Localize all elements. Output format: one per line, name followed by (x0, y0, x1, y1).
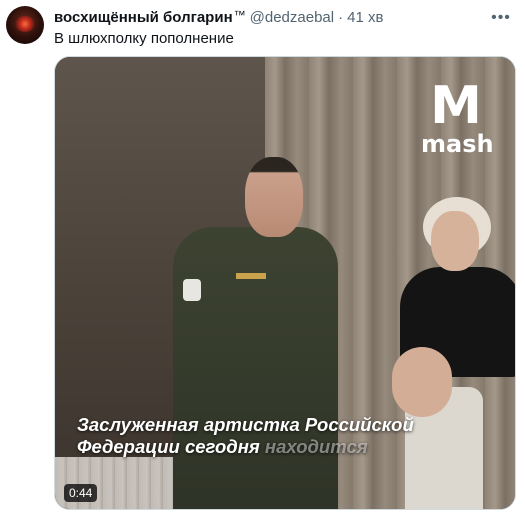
author-display-name[interactable]: восхищённый болгарин (54, 8, 233, 28)
video-person-man (173, 227, 338, 509)
video-uniform-stripe (236, 273, 266, 279)
subtitle-line-1: Заслуженная артистка Российской (77, 414, 414, 435)
watermark-logo-letter: М (430, 76, 482, 136)
author-name-suffix: ™ (233, 8, 246, 22)
subtitle-line-2-main: Федерации сегодня (77, 436, 260, 457)
video-subtitle: Заслуженная артистка Российской Федераци… (77, 414, 414, 458)
watermark-brand: mash (421, 130, 494, 158)
tweet-text: В шлюхполку пополнение (54, 30, 234, 47)
tweet-header: восхищённый болгарин ™ @dedzaebal · 41 х… (54, 8, 383, 28)
video-person-woman-arms (392, 347, 452, 417)
author-handle[interactable]: @dedzaebal (250, 8, 334, 28)
tweet-timestamp[interactable]: 41 хв (347, 8, 383, 28)
video-person-woman-face (431, 211, 479, 271)
video-duration-badge: 0:44 (64, 484, 98, 502)
avatar-image (15, 16, 35, 32)
subtitle-line-2: Федерации сегодня находится (77, 436, 414, 458)
mash-watermark-logo: М mash (421, 76, 494, 157)
video-person-man-head (245, 157, 303, 237)
subtitle-line-2-faded: находится (264, 436, 368, 457)
avatar[interactable] (6, 6, 44, 44)
more-horizontal-icon: ••• (491, 9, 511, 26)
more-options-button[interactable]: ••• (491, 8, 511, 28)
video-uniform-patch (183, 279, 201, 301)
video-player[interactable]: М mash Заслуженная артистка Российской Ф… (54, 56, 516, 510)
header-separator: · (338, 9, 344, 26)
